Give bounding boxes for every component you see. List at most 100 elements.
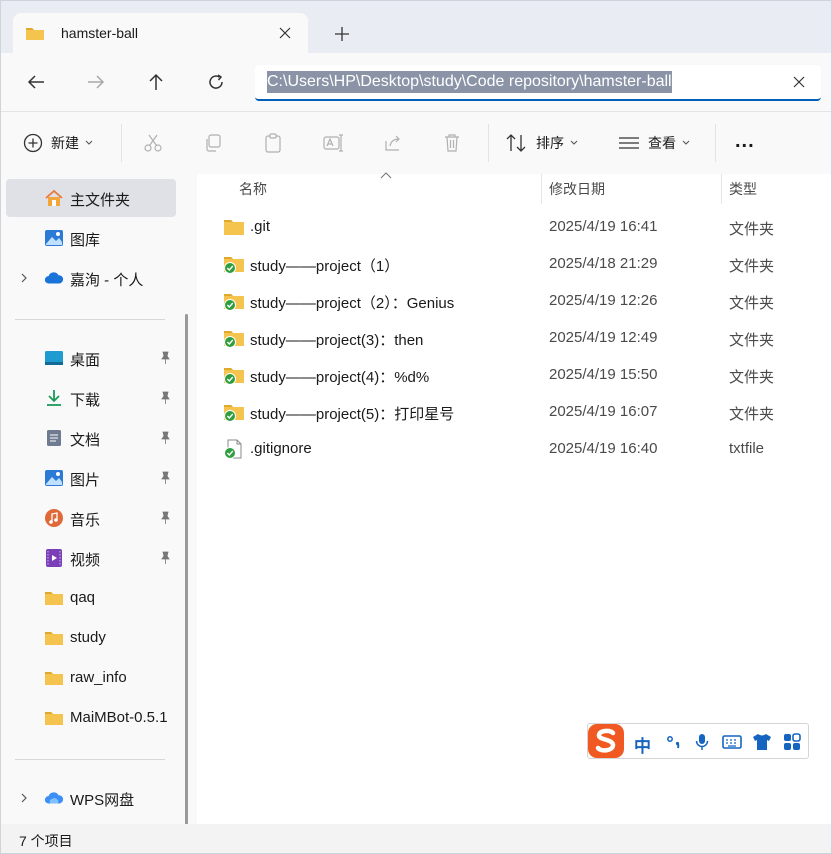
pin-icon[interactable]: [158, 431, 172, 445]
table-row[interactable]: .gitignore 2025/4/19 16:40 txtfile: [213, 431, 813, 468]
file-date: 2025/4/19 15:50: [549, 366, 658, 383]
paste-icon[interactable]: [263, 128, 283, 158]
sidebar-item-label: raw_info: [70, 669, 127, 686]
microphone-icon[interactable]: [692, 733, 712, 751]
item-count: 7 个项目: [19, 833, 73, 849]
table-row[interactable]: study——project(5)：打印星号 2025/4/19 16:07 文…: [213, 394, 813, 431]
pin-icon[interactable]: [158, 391, 172, 405]
file-name: .gitignore: [250, 440, 312, 457]
pin-icon[interactable]: [158, 551, 172, 565]
pin-icon[interactable]: [158, 471, 172, 485]
sidebar-item-label: 嘉洵 - 个人: [70, 272, 144, 289]
back-icon[interactable]: [21, 67, 51, 97]
chevron-right-icon[interactable]: [18, 791, 30, 805]
sidebar-item-label: qaq: [70, 589, 96, 606]
toolbox-grid-icon[interactable]: [782, 733, 802, 751]
table-row[interactable]: study——project（1） 2025/4/18 21:29 文件夹: [213, 246, 813, 283]
sidebar-item-maimbot[interactable]: MaiMBot-0.5.1: [6, 699, 176, 737]
gallery-icon: [44, 229, 64, 247]
address-path[interactable]: C:\Users\HP\Desktop\study\Code repositor…: [267, 71, 672, 93]
sidebar-item-label: 视频: [70, 552, 101, 569]
document-icon: [44, 429, 64, 447]
keyboard-icon[interactable]: [722, 733, 742, 751]
sidebar-item-videos[interactable]: 视频: [6, 539, 176, 577]
folder-synced-icon: [224, 368, 244, 385]
close-tab-icon[interactable]: [276, 24, 294, 42]
rename-icon[interactable]: [323, 128, 345, 158]
pin-icon[interactable]: [158, 511, 172, 525]
sidebar-item-documents[interactable]: 文档: [6, 419, 176, 457]
file-type: 文件夹: [729, 258, 775, 275]
sidebar-scrollbar[interactable]: [185, 314, 188, 853]
new-tab-icon[interactable]: [331, 23, 353, 45]
home-icon: [44, 189, 64, 207]
folder-icon: [44, 709, 64, 727]
new-label: 新建: [51, 135, 79, 151]
table-row[interactable]: study——project（2）：Genius 2025/4/19 12:26…: [213, 283, 813, 320]
table-row[interactable]: study——project(4)：%d% 2025/4/19 15:50 文件…: [213, 357, 813, 394]
up-icon[interactable]: [141, 67, 171, 97]
sidebar-item-label: 文档: [70, 432, 101, 449]
sidebar-item-gallery[interactable]: 图库: [6, 219, 176, 257]
download-icon: [44, 389, 64, 407]
view-button[interactable]: 查看: [618, 128, 690, 158]
cut-icon[interactable]: [143, 128, 163, 158]
refresh-icon[interactable]: [201, 67, 231, 97]
clear-address-icon[interactable]: [791, 74, 807, 90]
navigation-bar: C:\Users\HP\Desktop\study\Code repositor…: [1, 53, 831, 111]
delete-icon[interactable]: [443, 128, 461, 158]
column-header-type[interactable]: 类型: [729, 174, 757, 204]
sidebar-item-onedrive[interactable]: 嘉洵 - 个人: [6, 259, 176, 297]
share-icon[interactable]: [383, 128, 403, 158]
column-header-date[interactable]: 修改日期: [549, 174, 605, 204]
sidebar-item-pictures[interactable]: 图片: [6, 459, 176, 497]
pin-icon[interactable]: [158, 351, 172, 365]
ime-mode-label[interactable]: 中: [634, 732, 651, 757]
sidebar-item-study[interactable]: study: [6, 619, 176, 657]
tab-title: hamster-ball: [61, 25, 139, 41]
file-date: 2025/4/19 16:07: [549, 403, 658, 420]
forward-icon[interactable]: [81, 67, 111, 97]
new-button[interactable]: 新建: [23, 128, 93, 158]
table-row[interactable]: study——project(3)：then 2025/4/19 12:49 文…: [213, 320, 813, 357]
chevron-right-icon[interactable]: [18, 271, 30, 285]
chevron-down-icon: [682, 140, 690, 145]
sidebar-item-qaq[interactable]: qaq: [6, 579, 176, 617]
file-type: 文件夹: [729, 221, 775, 238]
file-name: study——project(4)：%d%: [250, 369, 430, 386]
skin-shirt-icon[interactable]: [752, 733, 772, 751]
punctuation-icon[interactable]: [664, 733, 684, 751]
sidebar-item-label: WPS网盘: [70, 792, 135, 809]
tab-strip: hamster-ball: [1, 1, 831, 53]
sort-button[interactable]: 排序: [506, 128, 578, 158]
sidebar-item-downloads[interactable]: 下载: [6, 379, 176, 417]
toolbar-divider: [488, 124, 489, 162]
sidebar-item-label: study: [70, 629, 106, 646]
sort-icon: [506, 134, 526, 152]
sidebar-item-desktop[interactable]: 桌面: [6, 339, 176, 377]
sidebar-item-home[interactable]: 主文件夹: [6, 179, 176, 217]
column-divider[interactable]: [721, 174, 722, 204]
sidebar-item-wps-cloud[interactable]: WPS网盘: [6, 779, 176, 817]
sidebar-item-music[interactable]: 音乐: [6, 499, 176, 537]
file-name: .git: [250, 218, 271, 235]
view-list-icon: [619, 137, 639, 149]
column-header-name[interactable]: 名称: [239, 174, 267, 204]
folder-synced-icon: [224, 405, 244, 422]
folder-synced-icon: [224, 331, 244, 348]
more-options-button[interactable]: ...: [735, 126, 755, 156]
music-icon: [44, 509, 64, 527]
address-bar[interactable]: C:\Users\HP\Desktop\study\Code repositor…: [255, 65, 821, 101]
sogou-logo-icon[interactable]: [586, 722, 626, 760]
sidebar-item-raw-info[interactable]: raw_info: [6, 659, 176, 697]
column-divider[interactable]: [541, 174, 542, 204]
table-row[interactable]: .git 2025/4/19 16:41 文件夹: [213, 209, 813, 246]
more-options-icon: ...: [735, 129, 755, 152]
view-label: 查看: [648, 135, 676, 151]
copy-icon[interactable]: [203, 128, 223, 158]
folder-synced-icon: [224, 294, 244, 311]
file-date: 2025/4/18 21:29: [549, 255, 658, 272]
file-name: study——project（2）：Genius: [250, 295, 455, 312]
ime-toolbar[interactable]: 中: [587, 723, 809, 759]
tab-hamster-ball[interactable]: hamster-ball: [13, 13, 308, 53]
